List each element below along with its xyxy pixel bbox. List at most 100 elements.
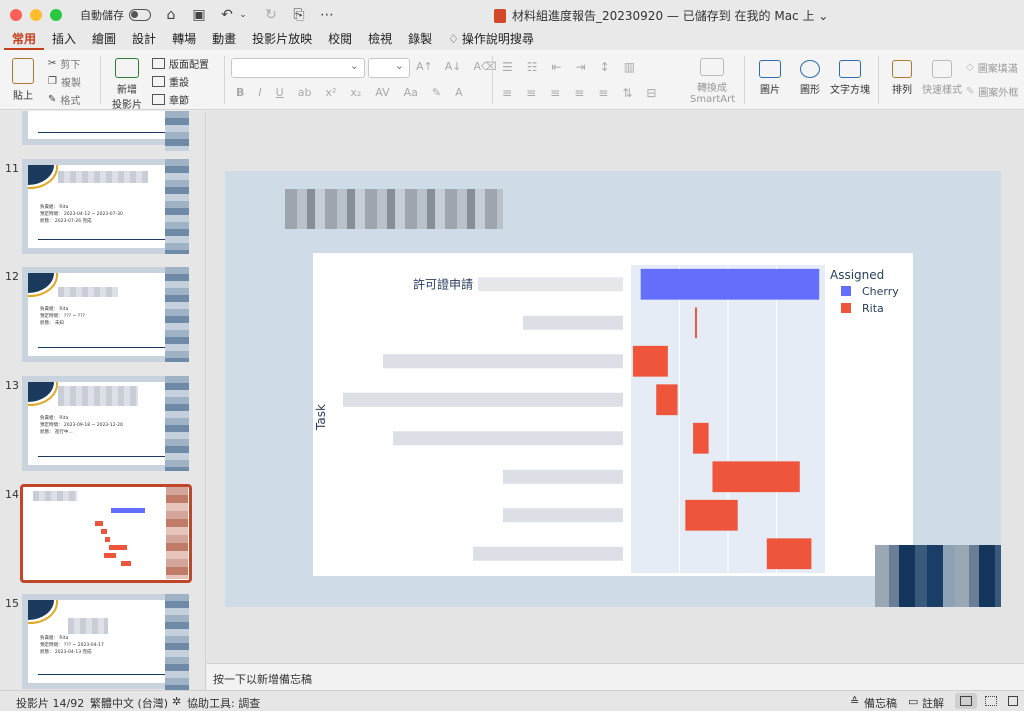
- thumb-rule: [38, 239, 176, 240]
- save-as-icon[interactable]: ⎘: [291, 7, 307, 23]
- gantt-bar-rita[interactable]: [685, 499, 738, 531]
- decrease-indent-icon[interactable]: ⇤: [552, 60, 562, 74]
- legend-swatch-rita: [841, 303, 851, 313]
- bullets-icon[interactable]: ☰: [502, 60, 513, 74]
- shape-outline-button[interactable]: ✎ 圖案外框: [966, 84, 1018, 99]
- reading-view-button[interactable]: [1003, 693, 1021, 709]
- clear-format-icon[interactable]: A⌫: [474, 60, 497, 73]
- tab-design[interactable]: 設計: [124, 30, 164, 50]
- current-slide[interactable]: 許可證申請 Task Assigned Cherry Rita: [225, 171, 1001, 607]
- format-painter-button[interactable]: ✎ 格式: [48, 92, 80, 107]
- arrange-button[interactable]: 排列: [886, 60, 918, 96]
- textbox-button[interactable]: 文字方塊: [830, 60, 870, 96]
- gantt-bar-rita[interactable]: [632, 345, 668, 377]
- picture-button[interactable]: 圖片: [752, 60, 788, 96]
- align-text-icon[interactable]: ⊟: [646, 86, 656, 100]
- italic-icon[interactable]: I: [258, 86, 261, 99]
- align-left-icon[interactable]: ≡: [502, 86, 512, 100]
- slide-corner-decoration: [28, 273, 58, 297]
- font-name-combo[interactable]: [231, 58, 365, 78]
- accessibility-status[interactable]: 協助工具: 調查: [187, 695, 260, 711]
- slide-thumbnail[interactable]: 負責組： Rita 預定時間： ??? ~ 2023-04-17 狀態： 202…: [22, 594, 188, 689]
- document-title[interactable]: 材料組進度報告_20230920 — 已儲存到 在我的 Mac 上 ⌄: [494, 7, 828, 24]
- tab-insert[interactable]: 插入: [44, 30, 84, 50]
- underline-icon[interactable]: U: [276, 86, 284, 99]
- zoom-window-button[interactable]: [50, 9, 62, 21]
- slide-thumbnail[interactable]: 負責組： Rita 預定時間： ??? ~ ??? 狀態： 未知: [22, 267, 188, 362]
- columns-icon[interactable]: ▥: [624, 60, 635, 74]
- shapes-button[interactable]: 圖形: [792, 60, 828, 96]
- numbering-icon[interactable]: ☷: [527, 60, 538, 74]
- tell-me-search[interactable]: ♢ 操作說明搜尋: [440, 30, 542, 50]
- tab-review[interactable]: 校閱: [320, 30, 360, 50]
- justify-icon[interactable]: ≡: [574, 86, 584, 100]
- slide-thumbnail[interactable]: 負責組： Rita 預定時間： 2023-04-12 ~ 2023-07-30 …: [22, 159, 188, 254]
- redo-icon[interactable]: ↻: [263, 7, 279, 23]
- undo-icon[interactable]: ↶: [219, 7, 235, 23]
- grow-font-icon[interactable]: A↑: [416, 60, 433, 73]
- gantt-bar-rita[interactable]: [693, 422, 709, 454]
- tab-draw[interactable]: 繪圖: [84, 30, 124, 50]
- distribute-icon[interactable]: ≡: [598, 86, 608, 100]
- highlight-icon[interactable]: ✎: [432, 86, 441, 99]
- comments-toggle[interactable]: 註解: [922, 695, 944, 711]
- notes-pane[interactable]: 按一下以新增備忘稿: [207, 663, 1024, 690]
- shrink-font-icon[interactable]: A↓: [445, 60, 462, 73]
- gantt-bar-rita[interactable]: [766, 538, 812, 570]
- quick-styles-button[interactable]: 快速樣式: [922, 60, 962, 96]
- shape-fill-button[interactable]: ◇ 圖案填滿: [966, 60, 1018, 75]
- layout-button[interactable]: 版面配置: [152, 56, 209, 71]
- increase-indent-icon[interactable]: ⇥: [576, 60, 586, 74]
- slide-number: 14: [5, 488, 19, 501]
- slide-sorter-view-button[interactable]: [980, 693, 1002, 709]
- text-direction-icon[interactable]: ⇅: [622, 86, 632, 100]
- paste-button[interactable]: 貼上: [8, 58, 38, 102]
- bold-icon[interactable]: B: [236, 86, 244, 99]
- slide-thumbnail[interactable]: 負責組： Rita 預定時間： 2023-09-18 ~ 2023-12-20 …: [22, 376, 188, 471]
- font-size-combo[interactable]: [368, 58, 410, 78]
- gantt-bar-rita[interactable]: [695, 307, 697, 339]
- tab-view[interactable]: 檢視: [360, 30, 400, 50]
- strikethrough-icon[interactable]: ab: [298, 86, 312, 99]
- gantt-bar-rita[interactable]: [656, 384, 678, 416]
- close-window-button[interactable]: [10, 9, 22, 21]
- gantt-bar-rita[interactable]: [712, 461, 800, 493]
- pixelated-slide-title: [285, 189, 503, 229]
- home-icon[interactable]: ⌂: [163, 7, 179, 23]
- legend-label-cherry: Cherry: [862, 285, 899, 298]
- tab-home[interactable]: 常用: [4, 30, 45, 50]
- save-icon[interactable]: ▣: [191, 7, 207, 23]
- convert-smartart-button[interactable]: 轉換成 SmartArt: [690, 58, 735, 105]
- more-commands-icon[interactable]: ⋯: [319, 7, 335, 23]
- subscript-icon[interactable]: x₂: [350, 86, 361, 99]
- reset-button[interactable]: 重設: [152, 74, 189, 89]
- reset-icon: [152, 76, 165, 87]
- tab-transitions[interactable]: 轉場: [164, 30, 204, 50]
- minimize-window-button[interactable]: [30, 9, 42, 21]
- autosave-toggle[interactable]: [129, 9, 151, 21]
- undo-dropdown-icon[interactable]: ⌄: [235, 10, 251, 20]
- line-spacing-icon[interactable]: ↕: [600, 60, 610, 74]
- gantt-bar-cherry[interactable]: [640, 268, 820, 300]
- normal-view-button[interactable]: [955, 693, 977, 709]
- char-spacing-icon[interactable]: AV: [375, 86, 389, 99]
- reading-view-icon: [1008, 696, 1018, 706]
- tab-animations[interactable]: 動畫: [204, 30, 244, 50]
- align-center-icon[interactable]: ≡: [526, 86, 536, 100]
- align-right-icon[interactable]: ≡: [550, 86, 560, 100]
- language-status[interactable]: 繁體中文 (台灣): [90, 695, 168, 711]
- font-color-icon[interactable]: A: [455, 86, 463, 99]
- superscript-icon[interactable]: x²: [325, 86, 336, 99]
- new-slide-button[interactable]: 新增 投影片: [110, 58, 144, 111]
- task-label-group: 許可證申請: [343, 276, 623, 561]
- section-button[interactable]: 章節: [152, 92, 189, 107]
- new-slide-icon: [115, 58, 139, 78]
- gantt-chart[interactable]: 許可證申請 Task Assigned Cherry Rita: [313, 253, 913, 576]
- copy-button[interactable]: ❐ 複製: [48, 74, 81, 89]
- notes-toggle[interactable]: 備忘稿: [864, 695, 897, 711]
- tab-record[interactable]: 錄製: [400, 30, 440, 50]
- tab-slideshow[interactable]: 投影片放映: [244, 30, 320, 50]
- cut-button[interactable]: ✂ 剪下: [48, 56, 80, 71]
- slide-thumbnail[interactable]: [22, 111, 188, 145]
- change-case-icon[interactable]: Aa: [404, 86, 418, 99]
